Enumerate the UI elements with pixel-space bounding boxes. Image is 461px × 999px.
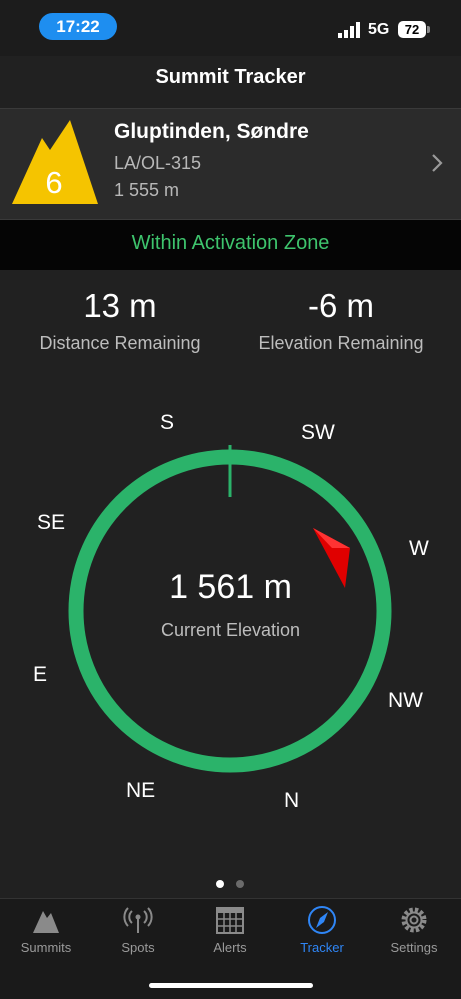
chevron-right-icon[interactable]	[430, 151, 444, 175]
direction-sw: SW	[301, 421, 335, 444]
mountain-icon	[33, 911, 59, 933]
current-elevation-label: Current Elevation	[160, 620, 301, 640]
tab-spots-label: Spots	[121, 940, 155, 955]
antenna-icon	[123, 907, 153, 933]
summit-reference: LA/OL-315	[114, 153, 202, 173]
gear-icon	[401, 907, 427, 933]
page-dot-1[interactable]	[216, 880, 224, 888]
battery-tip	[427, 26, 430, 33]
elevation-remaining-value: -6 m	[308, 287, 374, 324]
direction-s: S	[160, 411, 175, 434]
direction-n: N	[284, 789, 300, 812]
tab-settings-label: Settings	[390, 940, 438, 955]
direction-nw: NW	[388, 689, 423, 712]
network-type: 5G	[368, 21, 390, 38]
page-dot-2[interactable]	[236, 880, 244, 888]
compass-ring	[68, 445, 392, 773]
cellular-signal-icon	[338, 22, 360, 38]
tab-tracker-label: Tracker	[300, 940, 344, 955]
tab-alerts[interactable]: Alerts	[184, 904, 276, 962]
summit-points: 6	[45, 165, 63, 200]
summit-name: Gluptinden, Søndre	[114, 120, 309, 143]
direction-se: SE	[37, 511, 66, 534]
tab-alerts-label: Alerts	[213, 940, 247, 955]
status-time: 17:22	[39, 13, 117, 40]
tab-spots[interactable]: Spots	[92, 904, 184, 962]
distance-remaining-value: 13 m	[83, 287, 157, 324]
page-title: Summit Tracker	[155, 66, 306, 88]
compass-icon	[308, 906, 336, 934]
summit-altitude: 1 555 m	[114, 180, 180, 200]
direction-ne: NE	[126, 779, 156, 802]
tab-settings[interactable]: Settings	[368, 904, 460, 962]
direction-w: W	[409, 537, 429, 560]
current-elevation-value: 1 561 m	[169, 568, 292, 606]
battery-icon: 72	[398, 21, 426, 38]
elevation-remaining-label: Elevation Remaining	[258, 333, 424, 353]
tab-tracker[interactable]: Tracker	[276, 904, 368, 962]
tab-summits[interactable]: Summits	[0, 904, 92, 962]
tab-summits-label: Summits	[20, 940, 72, 955]
direction-e: E	[33, 663, 48, 686]
activation-status: Within Activation Zone	[131, 232, 330, 254]
home-indicator[interactable]	[149, 983, 313, 988]
calendar-icon	[216, 907, 244, 934]
distance-remaining-label: Distance Remaining	[39, 333, 201, 353]
